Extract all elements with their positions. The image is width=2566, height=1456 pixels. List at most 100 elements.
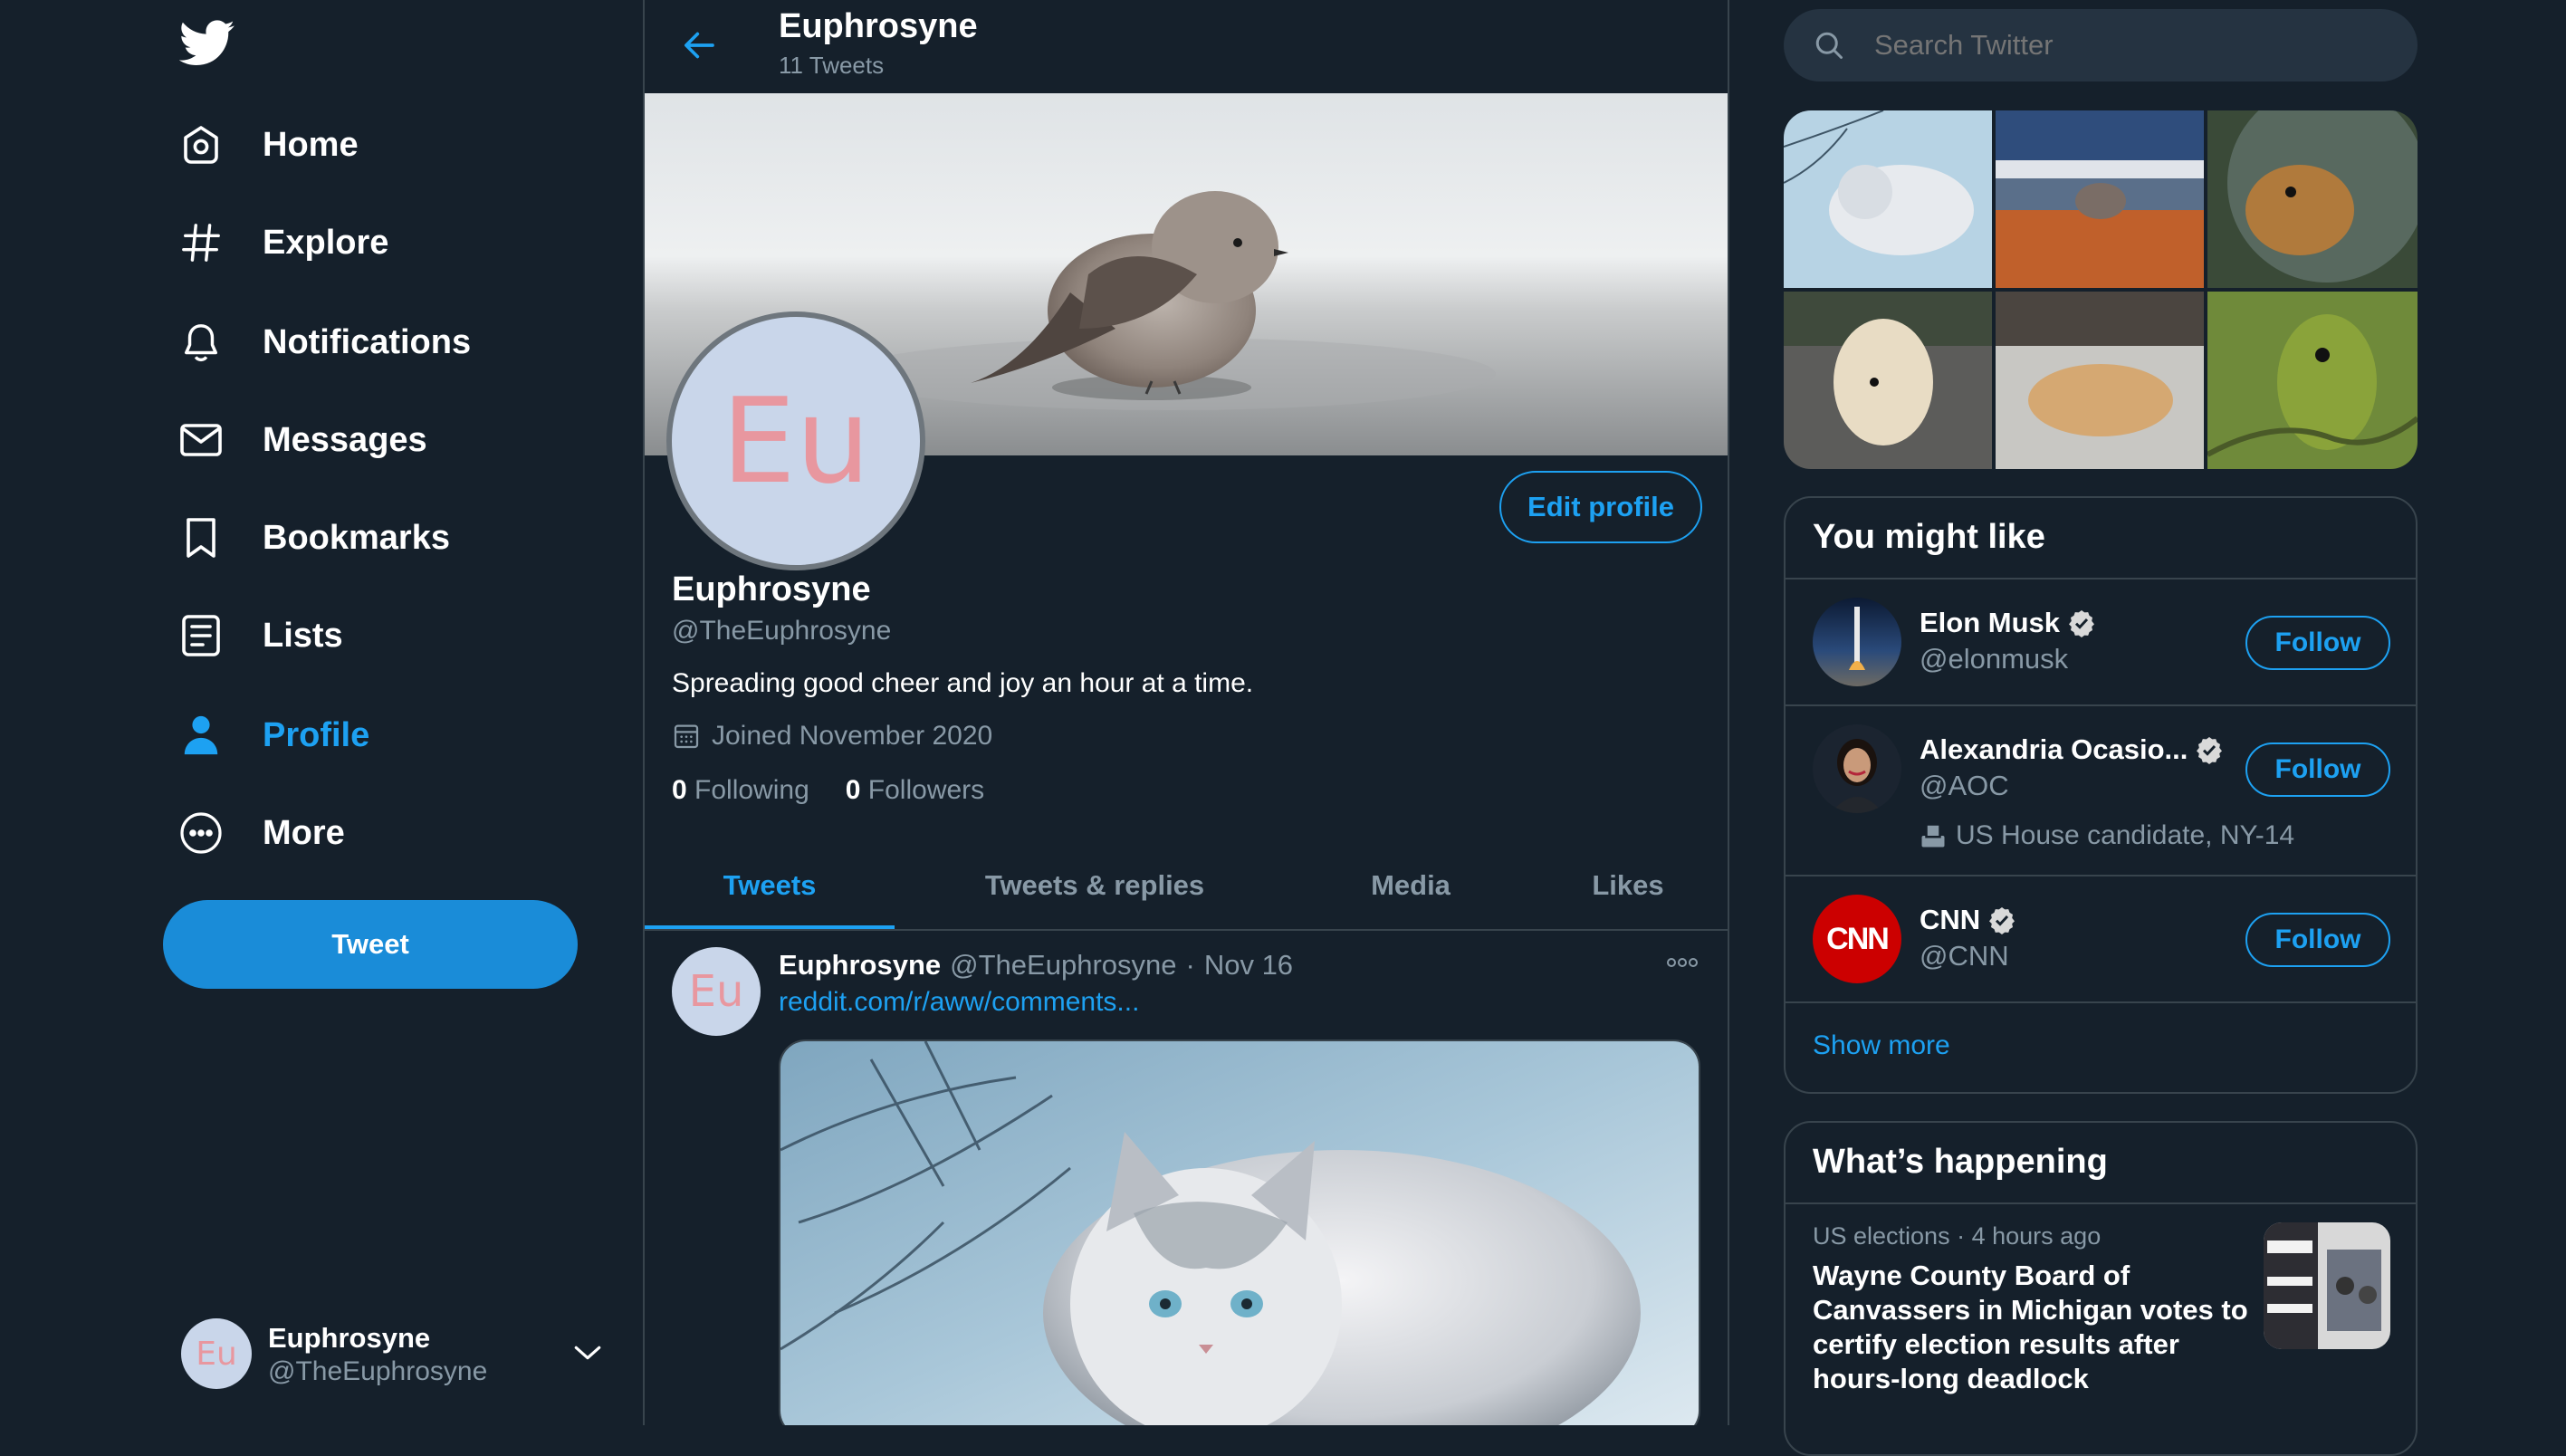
tab-tweets[interactable]: Tweets <box>645 840 895 931</box>
nav-profile-label: Profile <box>263 715 370 754</box>
avatar <box>1813 724 1901 813</box>
search-icon <box>1813 29 1845 62</box>
tweet-item[interactable]: Eu Euphrosyne @TheEuphrosyne · Nov 16 re… <box>645 931 1728 1425</box>
twitter-bird-icon[interactable] <box>179 20 235 67</box>
media-grid <box>1784 110 2418 469</box>
suggestion-handle: @CNN <box>1920 940 2009 972</box>
search-input[interactable] <box>1872 18 2379 72</box>
tweet-author-name[interactable]: Euphrosyne <box>779 949 941 982</box>
profile-joined: Joined November 2020 <box>672 721 992 752</box>
nav-home[interactable]: Home <box>177 109 359 181</box>
envelope-icon <box>177 417 225 464</box>
media-thumb-hamster[interactable] <box>2207 110 2418 288</box>
media-thumb-table-cat[interactable] <box>1996 110 2204 288</box>
nav-bookmarks[interactable]: Bookmarks <box>177 502 450 574</box>
nav-lists-label: Lists <box>263 616 343 655</box>
tweet-link[interactable]: reddit.com/r/aww/comments... <box>779 987 1139 1018</box>
person-icon <box>177 712 225 759</box>
tweet-separator: · <box>1185 949 1195 981</box>
list-icon <box>177 612 225 659</box>
tab-likes[interactable]: Likes <box>1527 840 1728 931</box>
joined-text: Joined November 2020 <box>712 721 993 751</box>
nav-explore-label: Explore <box>263 223 389 262</box>
suggestion-name: Elon Musk <box>1920 607 2061 638</box>
nav-bookmarks-label: Bookmarks <box>263 518 450 557</box>
nav-more-label: More <box>263 813 345 852</box>
nav-notifications-label: Notifications <box>263 322 472 361</box>
header-subtitle: 11 Tweets <box>779 52 885 79</box>
tweet-more-icon[interactable] <box>1666 956 1699 969</box>
trend-thumbnail <box>2264 1222 2390 1349</box>
nav-lists[interactable]: Lists <box>177 599 343 672</box>
nav-messages-label: Messages <box>263 420 427 459</box>
suggestion-name-row: Elon Musk <box>1920 607 2096 639</box>
trend-separator: · <box>1957 1222 1966 1250</box>
suggestion-cnn[interactable]: CNN CNN @CNN Follow <box>1786 876 2416 1001</box>
profile-avatar[interactable]: Eu <box>666 311 925 570</box>
edit-profile-button[interactable]: Edit profile <box>1499 471 1702 543</box>
followers-link[interactable]: 0 Followers <box>846 775 984 806</box>
ballot-box-icon <box>1921 825 1945 848</box>
nav-more[interactable]: More <box>177 797 345 869</box>
media-thumb-sleeping-puppy[interactable] <box>1996 292 2204 469</box>
show-more-link[interactable]: Show more <box>1813 1030 1950 1061</box>
tweet-date[interactable]: Nov 16 <box>1204 949 1293 982</box>
tab-media[interactable]: Media <box>1295 840 1527 931</box>
tweet-avatar[interactable]: Eu <box>672 947 761 1036</box>
media-thumb-dog[interactable] <box>1784 292 1992 469</box>
nav-profile[interactable]: Profile <box>177 699 369 771</box>
suggestion-handle: @AOC <box>1920 770 2009 801</box>
trend-time: 4 hours ago <box>1971 1222 2102 1250</box>
main-column: Euphrosyne 11 Tweets Eu Edit profile Eup… <box>643 0 1729 1425</box>
following-count: 0 <box>672 775 687 805</box>
following-label: Following <box>694 775 809 805</box>
avatar: CNN <box>1813 895 1901 983</box>
avatar <box>1813 598 1901 686</box>
you-might-like-title: You might like <box>1813 518 2045 556</box>
follow-button[interactable]: Follow <box>2245 742 2390 797</box>
verified-badge-icon <box>2197 737 2223 764</box>
suggestion-name: Alexandria Ocasio... <box>1920 733 2188 765</box>
tweet-meta: Euphrosyne @TheEuphrosyne · Nov 16 <box>779 949 1293 982</box>
nav-home-label: Home <box>263 125 359 164</box>
bell-icon <box>177 319 225 366</box>
nav-notifications[interactable]: Notifications <box>177 306 471 378</box>
trend-meta: US elections · 4 hours ago <box>1813 1222 2101 1250</box>
account-handle: @TheEuphrosyne <box>268 1356 488 1386</box>
search-bar[interactable] <box>1784 9 2418 81</box>
following-link[interactable]: 0 Following <box>672 775 809 806</box>
calendar-icon <box>672 722 701 751</box>
suggestion-description: US House candidate, NY-14 <box>1920 820 2294 851</box>
back-arrow-icon[interactable] <box>681 27 717 63</box>
follow-button[interactable]: Follow <box>2245 913 2390 967</box>
suggestion-elonmusk[interactable]: Elon Musk @elonmusk Follow <box>1786 580 2416 704</box>
trend-item[interactable]: US elections · 4 hours ago Wayne County … <box>1786 1204 2416 1454</box>
whats-happening-card: What’s happening US elections · 4 hours … <box>1784 1121 2418 1456</box>
profile-header: Euphrosyne 11 Tweets <box>645 0 1728 93</box>
verified-badge-icon <box>2069 610 2095 637</box>
suggestion-handle: @elonmusk <box>1920 643 2069 675</box>
follow-button[interactable]: Follow <box>2245 616 2390 670</box>
chevron-down-icon <box>572 1342 603 1364</box>
suggestion-name: CNN <box>1920 904 1981 935</box>
whats-happening-title: What’s happening <box>1813 1143 2108 1181</box>
tweet-media[interactable] <box>779 1039 1700 1425</box>
nav-messages[interactable]: Messages <box>177 404 427 476</box>
suggestion-name-row: Alexandria Ocasio... <box>1920 733 2224 766</box>
media-thumb-kakapo[interactable] <box>2206 292 2418 469</box>
card-divider <box>1786 1001 2416 1003</box>
suggestion-extra: US House candidate, NY-14 <box>1956 820 2295 850</box>
tab-tweets-replies[interactable]: Tweets & replies <box>895 840 1295 931</box>
trend-category: US elections <box>1813 1222 1950 1250</box>
account-switcher[interactable]: Eu Euphrosyne @TheEuphrosyne <box>177 1311 625 1398</box>
followers-count: 0 <box>845 775 861 805</box>
home-icon <box>177 121 225 168</box>
suggestion-aoc[interactable]: Alexandria Ocasio... @AOC US House candi… <box>1786 706 2416 875</box>
tweet-button[interactable]: Tweet <box>163 900 578 989</box>
tweet-cat-photo <box>780 1041 1699 1425</box>
nav-explore[interactable]: Explore <box>177 206 388 279</box>
profile-handle: @TheEuphrosyne <box>672 616 892 646</box>
suggestion-name-row: CNN <box>1920 904 2016 936</box>
trend-headline: Wayne County Board of Canvassers in Mich… <box>1813 1260 2248 1394</box>
media-thumb-cat-snow[interactable] <box>1784 110 1992 288</box>
